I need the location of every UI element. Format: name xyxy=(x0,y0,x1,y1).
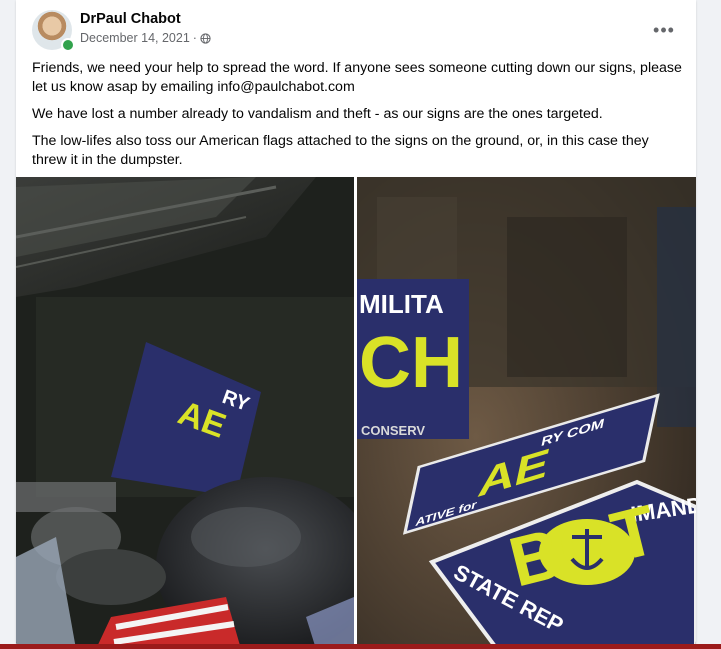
post-paragraph: We have lost a number already to vandali… xyxy=(32,106,603,122)
bottom-accent-bar xyxy=(0,644,721,649)
more-icon: ••• xyxy=(653,20,675,40)
post-meta: December 14, 2021 · xyxy=(80,31,211,45)
photo-dumpster[interactable]: AE RY xyxy=(16,177,354,649)
more-options-button[interactable]: ••• xyxy=(646,12,682,48)
sign-standing: MILITA CH CONSERV xyxy=(357,279,469,439)
sign1-bottom-text: CONSERV xyxy=(361,423,425,438)
photo-grid: AE RY MILITA CH CONSERV RY COM AE ATIVE … xyxy=(16,177,696,649)
dumpster-scene: AE RY xyxy=(16,177,354,649)
online-status-dot xyxy=(61,38,75,52)
post-header: DrPaul Chabot December 14, 2021 · ••• xyxy=(16,0,696,56)
sign1-big-text: CH xyxy=(359,323,463,403)
author-name[interactable]: DrPaul Chabot xyxy=(80,11,181,27)
post-date[interactable]: December 14, 2021 xyxy=(80,31,190,45)
meta-separator: · xyxy=(192,31,197,45)
signs-scene: MILITA CH CONSERV RY COM AE ATIVE for IM… xyxy=(357,177,696,649)
post-paragraph: Friends, we need your help to spread the… xyxy=(32,60,682,95)
post-paragraph: The low-lifes also toss our American fla… xyxy=(32,133,649,168)
post-text: Friends, we need your help to spread the… xyxy=(32,59,682,178)
globe-icon[interactable] xyxy=(200,32,211,44)
sign1-top-text: MILITA xyxy=(359,289,444,319)
post-card: DrPaul Chabot December 14, 2021 · ••• Fr… xyxy=(16,0,696,649)
photo-signs-ground[interactable]: MILITA CH CONSERV RY COM AE ATIVE for IM… xyxy=(357,177,696,649)
